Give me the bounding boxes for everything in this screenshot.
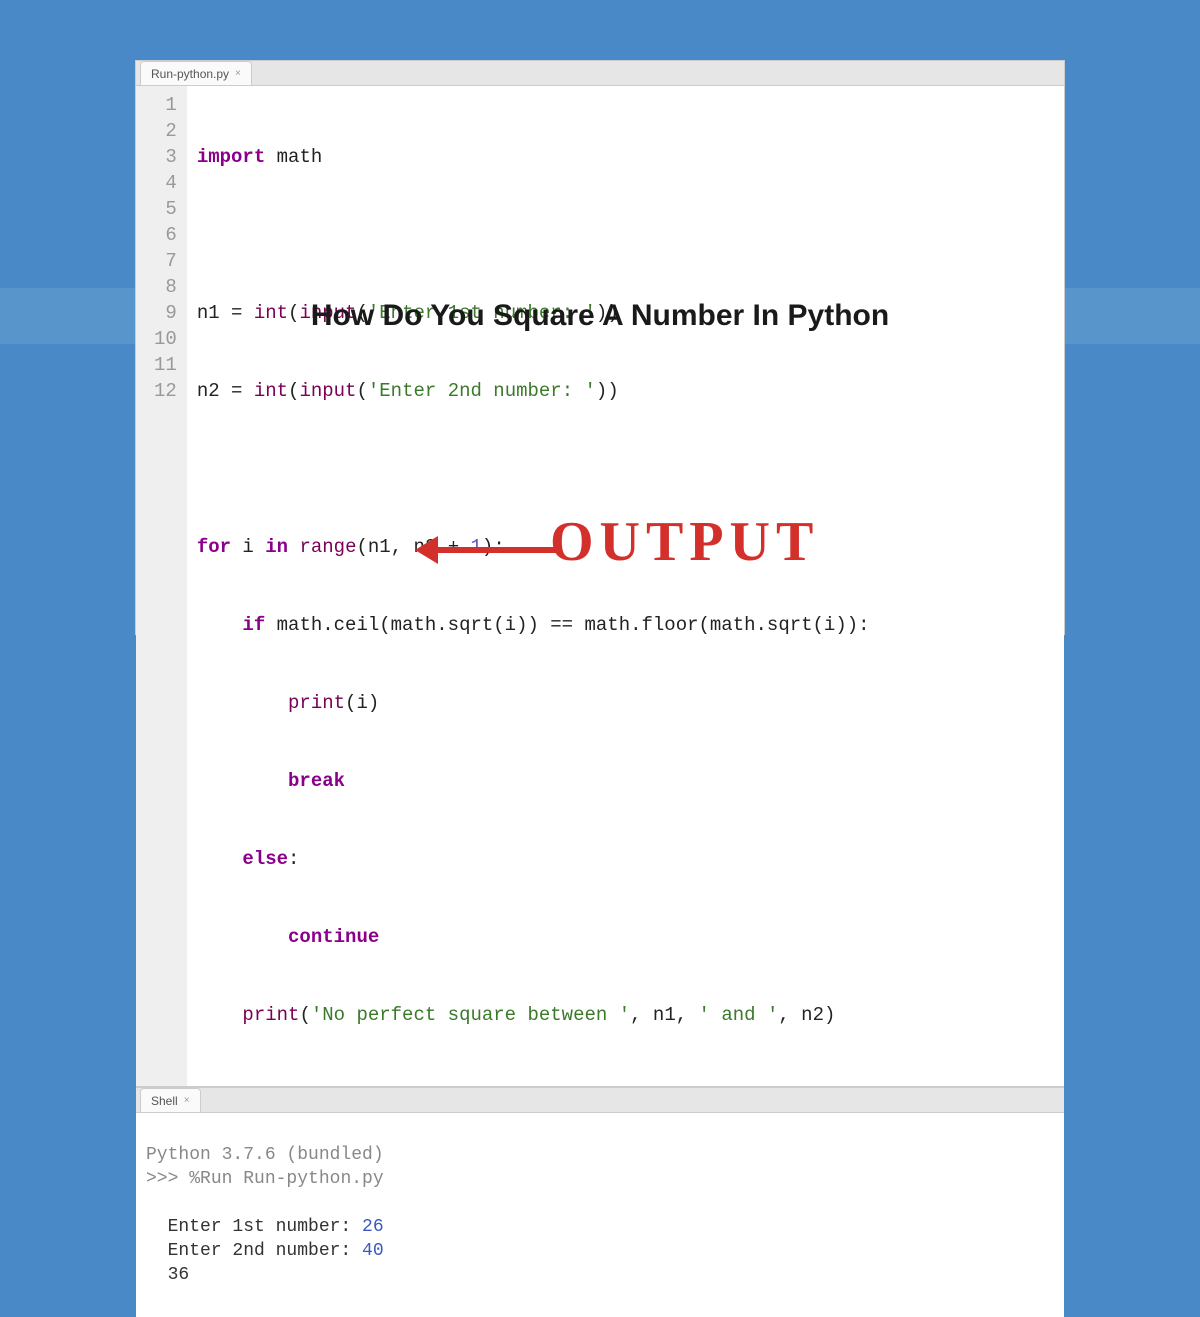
banner-stripe-left [0,288,135,344]
shell-input-label: Enter 2nd number: [146,1241,362,1261]
arrow-annotation-icon [410,530,560,570]
code-line: n1 = int(input('Enter 1st number: ')) [197,300,870,326]
code-line: break [197,768,870,794]
code-content: import math n1 = int(input('Enter 1st nu… [187,86,880,1086]
code-line: print('No perfect square between ', n1, … [197,1002,870,1028]
shell-output-value: 36 [146,1265,189,1285]
code-line: else: [197,846,870,872]
shell-input-value: 26 [362,1217,384,1237]
shell-output[interactable]: Python 3.7.6 (bundled) >>> %Run Run-pyth… [136,1113,1064,1317]
code-editor[interactable]: 1 2 3 4 5 6 7 8 9 10 11 12 import math n… [136,86,1064,1086]
banner-stripe-right [1065,288,1200,344]
line-gutter: 1 2 3 4 5 6 7 8 9 10 11 12 [136,86,187,1086]
code-line: if math.ceil(math.sqrt(i)) == math.floor… [197,612,870,638]
code-line: print(i) [197,690,870,716]
shell-cmd: %Run Run-python.py [189,1169,383,1189]
code-line [197,456,870,482]
code-line: import math [197,144,870,170]
code-line: continue [197,924,870,950]
close-icon[interactable]: × [184,1095,190,1106]
tab-label: Run-python.py [151,67,229,81]
shell-tab-bar: Shell × [136,1088,1064,1113]
tab-label: Shell [151,1094,178,1108]
editor-tab-bar: Run-python.py × [136,61,1064,86]
shell-line: Python 3.7.6 (bundled) [146,1145,384,1165]
shell-prompt: >>> [146,1169,189,1189]
output-annotation-label: OUTPUT [550,510,819,574]
code-line [197,222,870,248]
shell-input-label: Enter 1st number: [146,1217,362,1237]
code-line: n2 = int(input('Enter 2nd number: ')) [197,378,870,404]
tab-run-python[interactable]: Run-python.py × [140,61,252,85]
shell-input-value: 40 [362,1241,384,1261]
tab-shell[interactable]: Shell × [140,1088,201,1112]
close-icon[interactable]: × [235,68,241,79]
